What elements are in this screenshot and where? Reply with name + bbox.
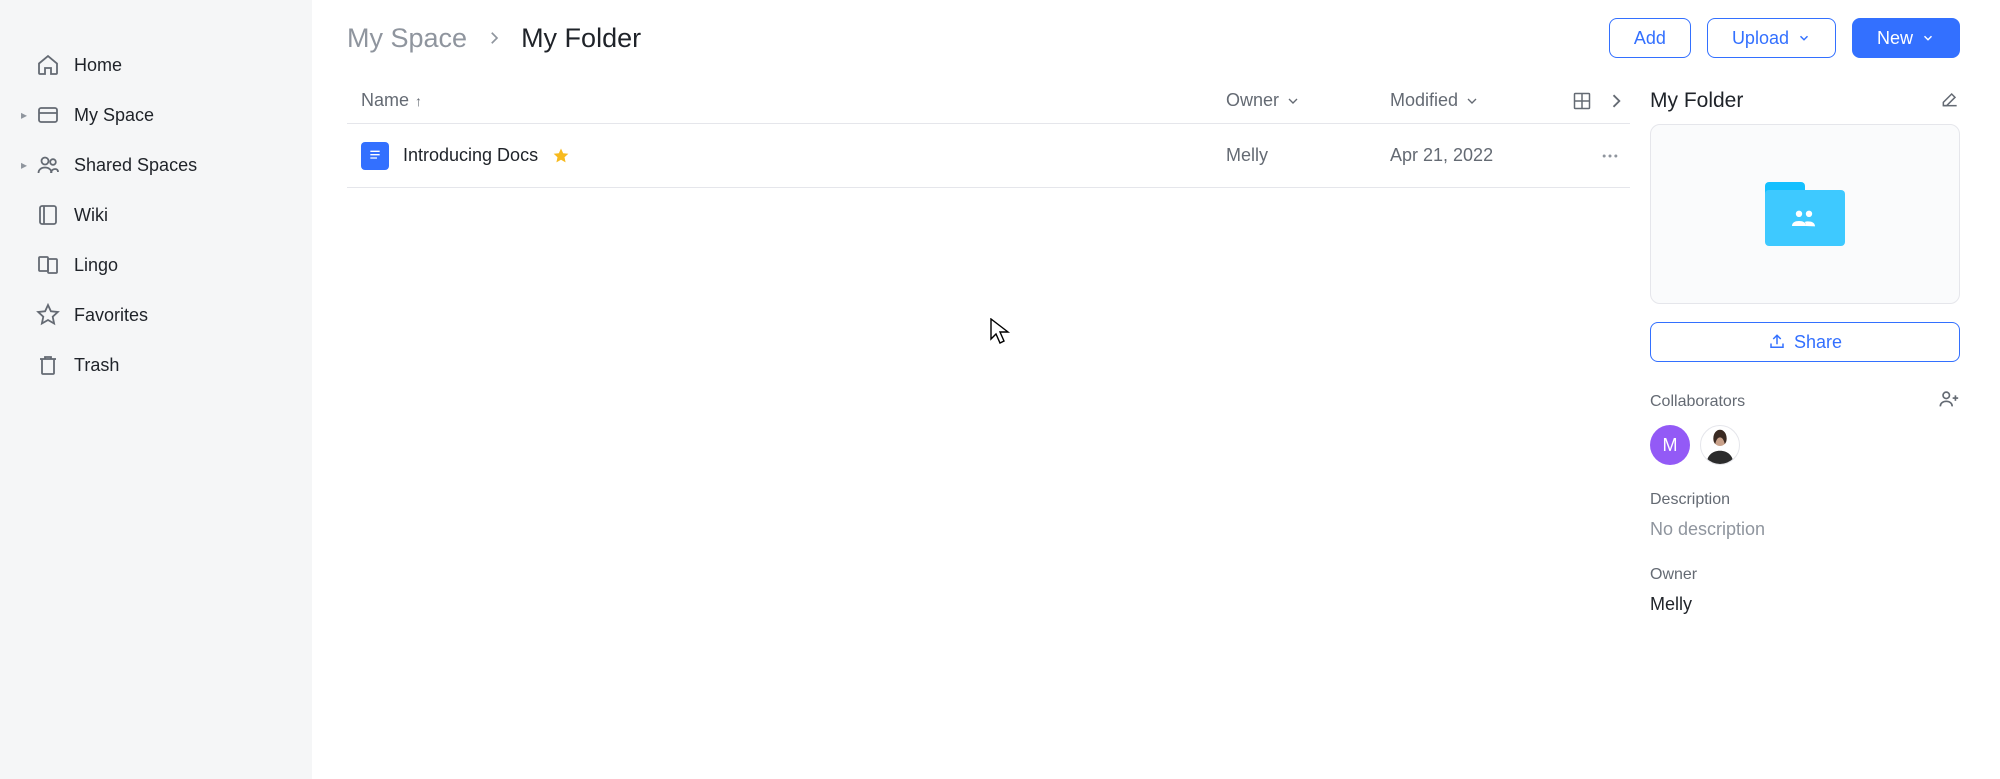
lingo-icon (34, 251, 62, 279)
owner-label: Owner (1650, 566, 1697, 584)
sidebar-item-wiki[interactable]: Wiki (0, 190, 312, 240)
sidebar-item-label: Trash (74, 355, 119, 376)
sidebar-item-my-space[interactable]: ▸ My Space (0, 90, 312, 140)
header-actions: Add Upload New (1609, 18, 1960, 58)
favorite-star-icon[interactable] (552, 147, 570, 165)
sidebar-item-label: My Space (74, 105, 154, 126)
expand-chevron-icon[interactable]: ▸ (14, 158, 34, 172)
sidebar-item-label: Lingo (74, 255, 118, 276)
row-more-button[interactable] (1560, 146, 1630, 166)
file-title: Introducing Docs (403, 145, 538, 166)
folder-preview (1650, 124, 1960, 304)
button-label: Add (1634, 28, 1666, 49)
chevron-down-icon (1797, 31, 1811, 45)
owner-value: Melly (1650, 594, 1960, 615)
sidebar-item-label: Home (74, 55, 122, 76)
column-label: Owner (1226, 90, 1279, 111)
collaborators-label: Collaborators (1650, 393, 1745, 411)
home-icon (34, 51, 62, 79)
details-panel: My Folder Share (1650, 78, 1960, 779)
chevron-down-icon (1464, 93, 1480, 109)
details-title: My Folder (1650, 89, 1743, 113)
trash-icon (34, 351, 62, 379)
breadcrumb-chevron-icon (485, 29, 503, 47)
sidebar-item-favorites[interactable]: Favorites (0, 290, 312, 340)
avatar[interactable] (1700, 425, 1740, 465)
share-button[interactable]: Share (1650, 322, 1960, 362)
sidebar-item-trash[interactable]: Trash (0, 340, 312, 390)
column-label: Modified (1390, 90, 1458, 111)
description-value: No description (1650, 519, 1960, 540)
column-header-name[interactable]: Name ↑ (347, 90, 1226, 111)
space-icon (34, 101, 62, 129)
table-header: Name ↑ Owner Modified (347, 78, 1630, 124)
avatar[interactable]: M (1650, 425, 1690, 465)
breadcrumb: My Space My Folder (347, 23, 641, 54)
sidebar-item-shared-spaces[interactable]: ▸ Shared Spaces (0, 140, 312, 190)
chevron-down-icon (1285, 93, 1301, 109)
button-label: Upload (1732, 28, 1789, 49)
collaborators-avatars: M (1650, 425, 1960, 465)
upload-button[interactable]: Upload (1707, 18, 1836, 58)
star-icon (34, 301, 62, 329)
breadcrumb-current: My Folder (521, 23, 641, 54)
people-icon (34, 151, 62, 179)
grid-view-icon[interactable] (1572, 91, 1592, 111)
table-row[interactable]: Introducing Docs Melly Apr 21, 2022 (347, 124, 1630, 188)
sidebar-item-home[interactable]: Home (0, 40, 312, 90)
sidebar: Home ▸ My Space ▸ Shared Spaces Wiki (0, 0, 312, 779)
wiki-icon (34, 201, 62, 229)
chevron-down-icon (1921, 31, 1935, 45)
doc-icon (361, 142, 389, 170)
add-button[interactable]: Add (1609, 18, 1691, 58)
sidebar-item-label: Wiki (74, 205, 108, 226)
collapse-panel-icon[interactable] (1606, 91, 1626, 111)
description-label: Description (1650, 491, 1730, 509)
column-header-modified[interactable]: Modified (1390, 90, 1560, 111)
add-collaborator-icon[interactable] (1938, 388, 1960, 415)
file-modified: Apr 21, 2022 (1390, 145, 1560, 166)
breadcrumb-parent[interactable]: My Space (347, 23, 467, 54)
main: My Space My Folder Add Upload New (312, 0, 2000, 779)
shared-folder-icon (1765, 182, 1845, 246)
button-label: Share (1794, 332, 1842, 353)
main-header: My Space My Folder Add Upload New (312, 0, 2000, 78)
column-label: Name (361, 90, 409, 111)
sidebar-item-label: Shared Spaces (74, 155, 197, 176)
edit-icon[interactable] (1940, 89, 1960, 114)
file-list: Name ↑ Owner Modified (312, 78, 1630, 779)
sidebar-item-lingo[interactable]: Lingo (0, 240, 312, 290)
new-button[interactable]: New (1852, 18, 1960, 58)
sort-ascending-icon: ↑ (415, 93, 422, 109)
button-label: New (1877, 28, 1913, 49)
file-owner: Melly (1226, 145, 1390, 166)
expand-chevron-icon[interactable]: ▸ (14, 108, 34, 122)
column-header-owner[interactable]: Owner (1226, 90, 1390, 111)
sidebar-item-label: Favorites (74, 305, 148, 326)
